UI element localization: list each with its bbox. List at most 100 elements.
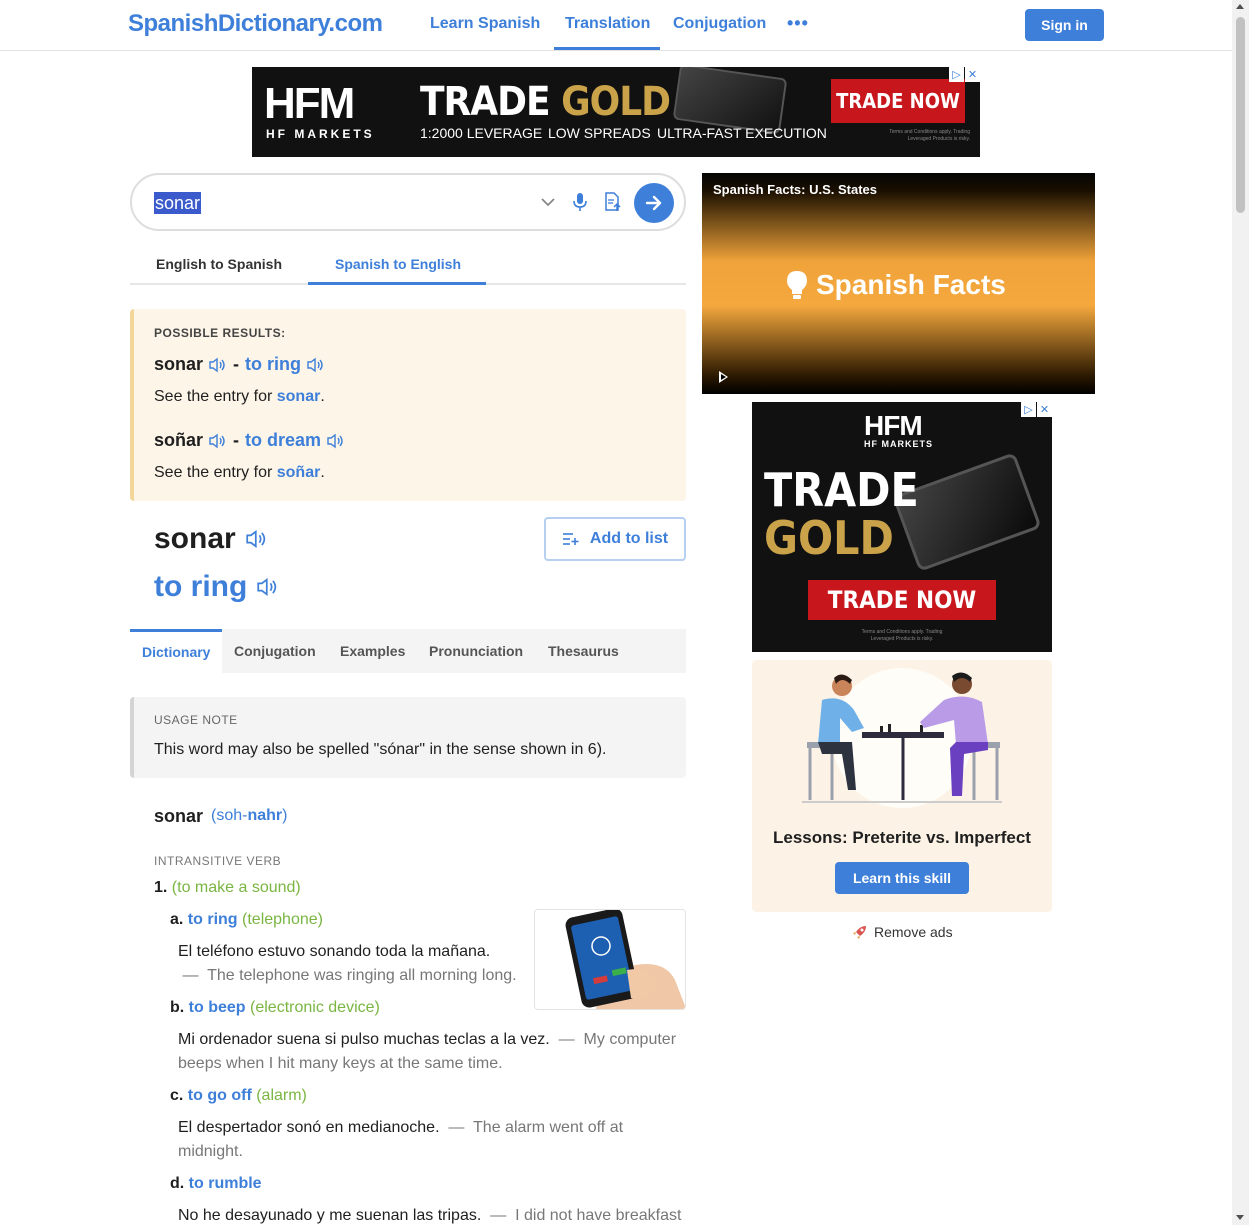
subsense-translation[interactable]: to ring — [188, 911, 238, 928]
subsense: c. to go off (alarm) — [170, 1087, 307, 1105]
ad-cta-button[interactable]: TRADE NOW — [808, 580, 996, 620]
speaker-icon[interactable] — [209, 433, 227, 449]
adchoices-icon[interactable]: ▷ — [949, 67, 964, 82]
usage-note: USAGE NOTE This word may also be spelled… — [130, 697, 686, 778]
video-brand-text: Spanish Facts — [816, 269, 1006, 300]
scroll-up-arrow-icon[interactable] — [1236, 4, 1244, 9]
sense-context: (to make a sound) — [171, 879, 301, 896]
video-player[interactable]: Spanish Facts: U.S. States Spanish Facts — [702, 173, 1095, 394]
side-ad[interactable]: HFM HF MARKETS TRADE GOLD TRADE NOW Terms… — [752, 402, 1052, 652]
ad-headline: TRADE GOLD — [420, 79, 671, 125]
speaker-icon[interactable] — [327, 433, 345, 449]
add-to-list-label: Add to list — [589, 530, 669, 547]
see-entry-suffix: . — [320, 388, 325, 405]
speaker-icon[interactable] — [209, 357, 227, 373]
ad-headline-trade: TRADE — [420, 79, 551, 125]
ad-feature: LOW SPREADS — [548, 125, 651, 141]
ad-feature: ULTRA-FAST EXECUTION — [657, 125, 827, 141]
tab-thesaurus[interactable]: Thesaurus — [548, 643, 619, 659]
remove-ads-label: Remove ads — [874, 924, 953, 940]
ad-brand-sub: HF MARKETS — [864, 439, 933, 449]
nav-conjugation[interactable]: Conjugation — [673, 15, 766, 33]
headword-translation-text[interactable]: to ring — [154, 570, 247, 604]
headword-translation: to ring — [154, 570, 279, 604]
speaker-icon[interactable] — [307, 357, 325, 373]
tab-conjugation[interactable]: Conjugation — [234, 643, 316, 659]
speaker-icon[interactable] — [257, 577, 279, 597]
pronunciation[interactable]: (soh-nahr) — [211, 807, 287, 825]
more-menu-icon[interactable]: ••• — [787, 13, 809, 34]
page-scrollbar[interactable] — [1232, 0, 1249, 1225]
scroll-thumb[interactable] — [1236, 17, 1245, 213]
nav-translation[interactable]: Translation — [565, 15, 650, 33]
tab-english-to-spanish[interactable]: English to Spanish — [156, 256, 282, 272]
sign-in-button[interactable]: Sign in — [1025, 9, 1104, 41]
nav-active-indicator — [554, 47, 660, 50]
subsense: d. to rumble — [170, 1175, 262, 1193]
sense-number: 1. — [154, 879, 168, 896]
tab-examples[interactable]: Examples — [340, 643, 405, 659]
lightbulb-icon — [787, 271, 807, 299]
result-line: sonar - to ring — [154, 354, 325, 375]
chevron-down-icon[interactable] — [540, 194, 556, 210]
learn-skill-button[interactable]: Learn this skill — [835, 862, 969, 894]
speaker-icon[interactable] — [246, 529, 268, 549]
telephone-image[interactable] — [534, 909, 686, 1010]
result-translation[interactable]: to dream — [245, 430, 321, 451]
ad-terms: Terms and Conditions apply. Trading Leve… — [861, 629, 943, 642]
example-sentence: El despertador sonó en medianoche. — The… — [178, 1116, 638, 1164]
search-submit-button[interactable] — [634, 183, 674, 223]
search-box[interactable]: sonar — [130, 173, 686, 231]
example-separator: — — [558, 1031, 575, 1048]
adchoices-icon[interactable]: ▷ — [1021, 402, 1036, 417]
video-title: Spanish Facts: U.S. States — [713, 182, 877, 197]
tab-pronunciation[interactable]: Pronunciation — [429, 643, 523, 659]
site-logo[interactable]: SpanishDictionary.com — [128, 10, 383, 38]
subsense-letter: b. — [170, 999, 185, 1016]
scroll-down-arrow-icon[interactable] — [1236, 1215, 1244, 1220]
document-translate-icon[interactable] — [604, 192, 622, 212]
remove-ads-link[interactable]: Remove ads — [852, 924, 953, 940]
example-english: — I did not have breakfast — [486, 1207, 681, 1224]
see-entry-link[interactable]: soñar — [277, 464, 321, 481]
nav-learn-spanish[interactable]: Learn Spanish — [430, 15, 540, 33]
result-see-entry: See the entry for soñar. — [154, 464, 325, 482]
ad-cta-button[interactable]: TRADE NOW — [831, 79, 965, 123]
ad-brand-logo: HFM — [264, 79, 355, 128]
subsense-translation[interactable]: to beep — [189, 999, 246, 1016]
subsense-translation[interactable]: to rumble — [189, 1175, 262, 1192]
content-tabs: Dictionary Conjugation Examples Pronunci… — [130, 629, 686, 673]
ad-brand-sub: HF MARKETS — [266, 127, 375, 141]
tab-spanish-to-english[interactable]: Spanish to English — [335, 256, 461, 272]
microphone-icon[interactable] — [572, 192, 588, 212]
ad-close-icon[interactable]: ✕ — [965, 67, 980, 82]
add-to-list-button[interactable]: Add to list — [544, 517, 686, 561]
example-separator: — — [182, 967, 199, 984]
result-see-entry: See the entry for sonar. — [154, 388, 325, 406]
see-entry-prefix: See the entry for — [154, 388, 273, 405]
arrow-right-icon — [645, 195, 662, 211]
sense-heading: 1. (to make a sound) — [154, 879, 301, 897]
example-english: — The telephone was ringing all morning … — [178, 967, 516, 984]
ad-headline-gold: GOLD — [561, 79, 671, 125]
tab-dictionary[interactable]: Dictionary — [142, 644, 210, 660]
usage-note-text: This word may also be spelled "sónar" in… — [154, 741, 607, 758]
rocket-icon — [852, 924, 868, 940]
example-spanish: El teléfono estuvo sonando toda la mañan… — [178, 943, 491, 960]
subsense-translation[interactable]: to go off — [188, 1087, 252, 1104]
lesson-promo: Lessons: Preterite vs. Imperfect Learn t… — [752, 660, 1052, 912]
banner-ad[interactable]: HFM HF MARKETS TRADE GOLD 1:2000 LEVERAG… — [252, 67, 980, 157]
possible-results-label: POSSIBLE RESULTS: — [154, 326, 286, 340]
play-icon-inner — [721, 374, 726, 380]
example-spanish: No he desayunado y me suenan las tripas. — [178, 1207, 482, 1224]
result-translation[interactable]: to ring — [245, 354, 301, 375]
chess-players-illustration — [802, 672, 1002, 803]
see-entry-link[interactable]: sonar — [277, 388, 321, 405]
search-input[interactable]: sonar — [154, 192, 202, 214]
example-separator: — — [490, 1207, 507, 1224]
pronunciation-stress: nahr — [247, 807, 283, 824]
pronunciation-part: ) — [282, 807, 288, 824]
subsense-letter: d. — [170, 1175, 185, 1192]
ad-close-icon[interactable]: ✕ — [1037, 402, 1052, 417]
ad-headline: TRADE GOLD — [764, 466, 919, 562]
